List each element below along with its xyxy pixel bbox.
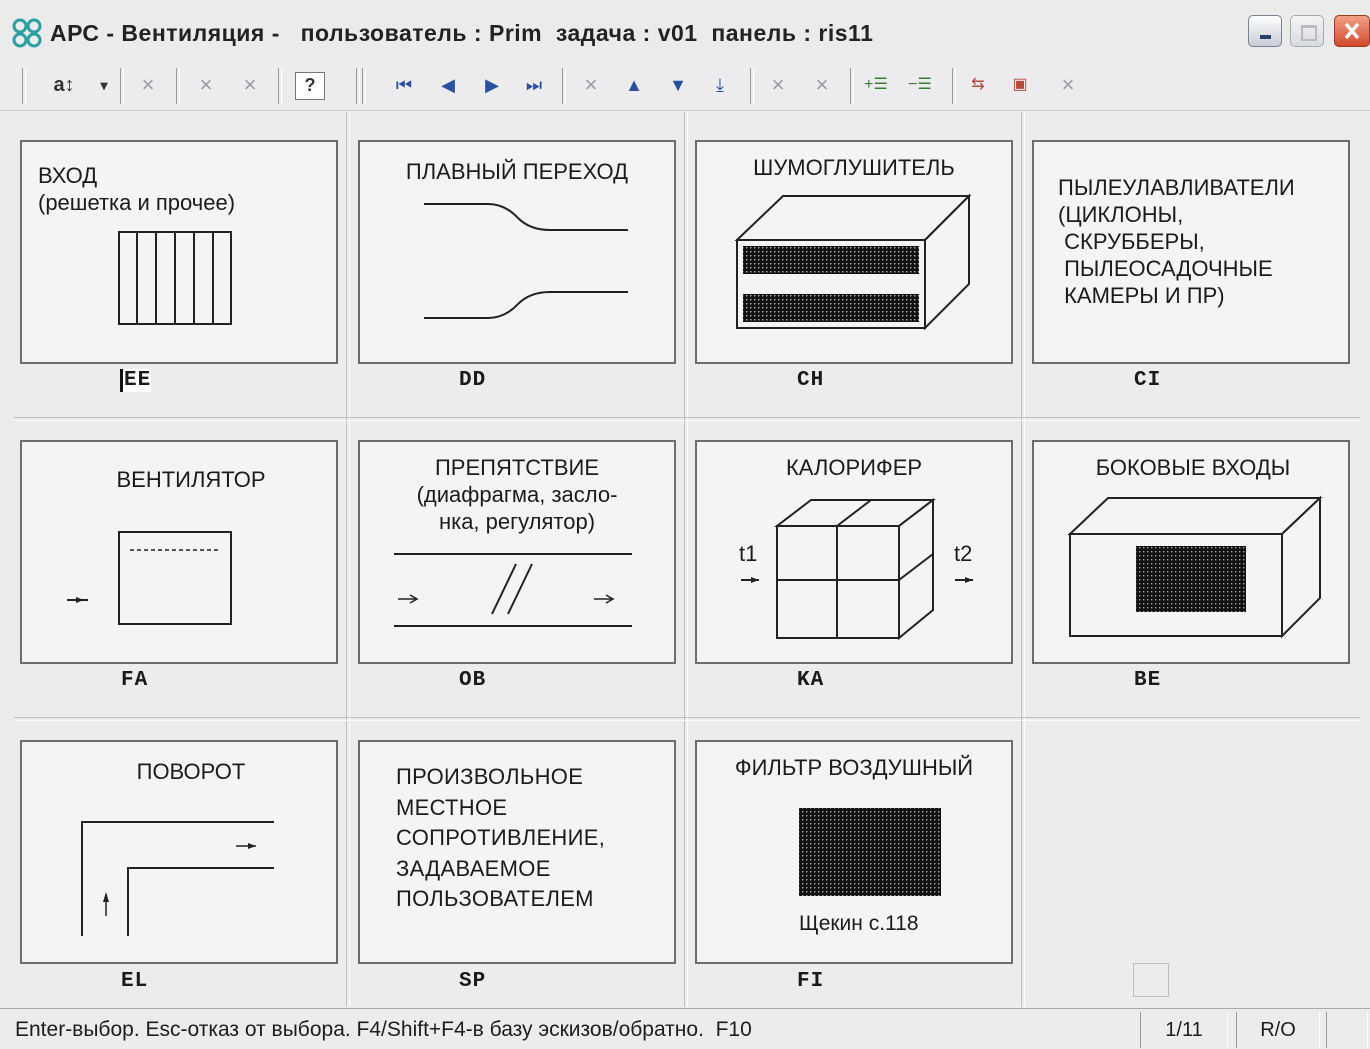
toolbar-separator: [850, 68, 854, 104]
elbow-drawing: [81, 821, 274, 936]
element-code[interactable]: FA: [121, 669, 148, 692]
disabled-tool-icon: ×: [815, 72, 829, 97]
sketch-card-side-inlets[interactable]: БОКОВЫЕ ВХОДЫ: [1032, 440, 1350, 664]
card-caption: ПРОИЗВОЛЬНОЕ МЕСТНОЕ СОПРОТИВЛЕНИЕ, ЗАДА…: [396, 764, 606, 911]
sketch-card-heater[interactable]: КАЛОРИФЕР t1 t2: [695, 440, 1013, 664]
status-bar: Enter-выбор. Esc-отказ от выбора. F4/Shi…: [0, 1008, 1370, 1049]
sketch-card-smooth-transition[interactable]: ПЛАВНЫЙ ПЕРЕХОД: [358, 140, 676, 364]
window-title: АРС - Вентиляция - пользователь : Prim з…: [50, 20, 874, 46]
silencer-drawing: [734, 193, 972, 331]
element-code[interactable]: FI: [797, 970, 824, 993]
close-button[interactable]: [1334, 15, 1370, 47]
disabled-tool-icon: ×: [243, 72, 257, 97]
element-code[interactable]: BE: [1134, 669, 1161, 692]
air-filter-drawing: [799, 808, 941, 896]
disabled-tool-icon: ×: [1061, 72, 1075, 97]
mode-indicator: R/O: [1236, 1012, 1320, 1048]
fan-drawing: [67, 531, 232, 625]
maximize-button[interactable]: [1290, 15, 1324, 47]
move-down-button[interactable]: ▼: [664, 70, 692, 100]
page-indicator: 1/11: [1140, 1012, 1228, 1048]
toolbar-separator: [22, 68, 26, 104]
obstacle-drawing: [394, 553, 632, 627]
sketch-card-air-filter[interactable]: ФИЛЬТР ВОЗДУШНЫЙ Щекин с.118: [695, 740, 1013, 964]
disabled-tool-icon: ×: [771, 72, 785, 97]
sketch-card-inlet[interactable]: ВХОД (решетка и прочее): [20, 140, 338, 364]
toolbar-separator: [362, 68, 366, 104]
sketch-card-fan[interactable]: ВЕНТИЛЯТОР: [20, 440, 338, 664]
element-code[interactable]: CH: [797, 369, 824, 392]
row-divider: [14, 717, 1360, 721]
element-code[interactable]: EL: [121, 970, 148, 993]
smooth-transition-drawing: [424, 203, 628, 319]
save-image-icon[interactable]: ▣: [1006, 70, 1034, 100]
sketch-card-obstacle[interactable]: ПРЕПЯТСТВИЕ (диафрагма, засло- нка, регу…: [358, 440, 676, 664]
remove-row-button[interactable]: −☰: [906, 70, 934, 100]
help-button[interactable]: ?: [295, 72, 325, 100]
inlet-grille-drawing: [118, 231, 232, 325]
toolbar-separator: [278, 68, 282, 104]
column-divider: [346, 112, 350, 1007]
empty-slot[interactable]: [1133, 963, 1169, 997]
toolbar-separator: [952, 68, 956, 104]
element-code[interactable]: SP: [459, 970, 486, 993]
element-code[interactable]: KA: [797, 669, 824, 692]
toolbar-separator: [356, 68, 360, 104]
title-bar: АРС - Вентиляция - пользователь : Prim з…: [0, 0, 1370, 63]
add-row-button[interactable]: +☰: [862, 70, 890, 100]
element-code[interactable]: DD: [459, 369, 486, 392]
row-divider: [14, 417, 1360, 421]
sketch-card-silencer[interactable]: ШУМОГЛУШИТЕЛЬ: [695, 140, 1013, 364]
toolbar-separator: [176, 68, 180, 104]
move-up-button[interactable]: ▲: [620, 70, 648, 100]
close-icon: [1344, 22, 1360, 40]
column-divider: [1021, 112, 1025, 1007]
next-record-button[interactable]: ▶: [478, 70, 506, 100]
card-caption: ПЫЛЕУЛАВЛИВАТЕЛИ (ЦИКЛОНЫ, СКРУББЕРЫ, ПЫ…: [1058, 175, 1295, 308]
toolbar-separator: [120, 68, 124, 104]
element-code[interactable]: CI: [1134, 369, 1161, 392]
sort-dropdown-icon[interactable]: ▾: [90, 70, 118, 100]
status-empty-panel: [1326, 1012, 1368, 1048]
side-inlets-drawing: [1067, 495, 1323, 639]
swap-icon[interactable]: ⇆: [964, 70, 992, 100]
move-bottom-button[interactable]: ⤓: [706, 70, 734, 100]
first-record-button[interactable]: ⏮: [390, 70, 418, 100]
disabled-tool-icon: ×: [141, 72, 155, 97]
disabled-tool-icon: ×: [584, 72, 598, 97]
heater-drawing: [741, 497, 973, 641]
prev-record-button[interactable]: ◀: [434, 70, 462, 100]
app-icon: [12, 18, 42, 48]
element-code[interactable]: OB: [459, 669, 486, 692]
toolbar-separator: [750, 68, 754, 104]
sketch-card-elbow[interactable]: ПОВОРОТ: [20, 740, 338, 964]
sketch-card-dust-collectors[interactable]: ПЫЛЕУЛАВЛИВАТЕЛИ (ЦИКЛОНЫ, СКРУББЕРЫ, ПЫ…: [1032, 140, 1350, 364]
sketch-card-custom-resistance[interactable]: ПРОИЗВОЛЬНОЕ МЕСТНОЕ СОПРОТИВЛЕНИЕ, ЗАДА…: [358, 740, 676, 964]
element-code[interactable]: EE: [120, 369, 152, 392]
disabled-tool-icon: ×: [199, 72, 213, 97]
toolbar: a↕ ▾ × × × ? ⏮ ◀ ▶ ⏭ × ▲ ▼ ⤓ × × +☰ −☰ ⇆…: [0, 62, 1370, 111]
status-hint: Enter-выбор. Esc-отказ от выбора. F4/Shi…: [15, 1018, 752, 1041]
last-record-button[interactable]: ⏭: [520, 70, 548, 100]
toolbar-separator: [562, 68, 566, 104]
minimize-button[interactable]: [1248, 15, 1282, 47]
column-divider: [684, 112, 688, 1007]
sort-button[interactable]: a↕: [50, 70, 78, 100]
